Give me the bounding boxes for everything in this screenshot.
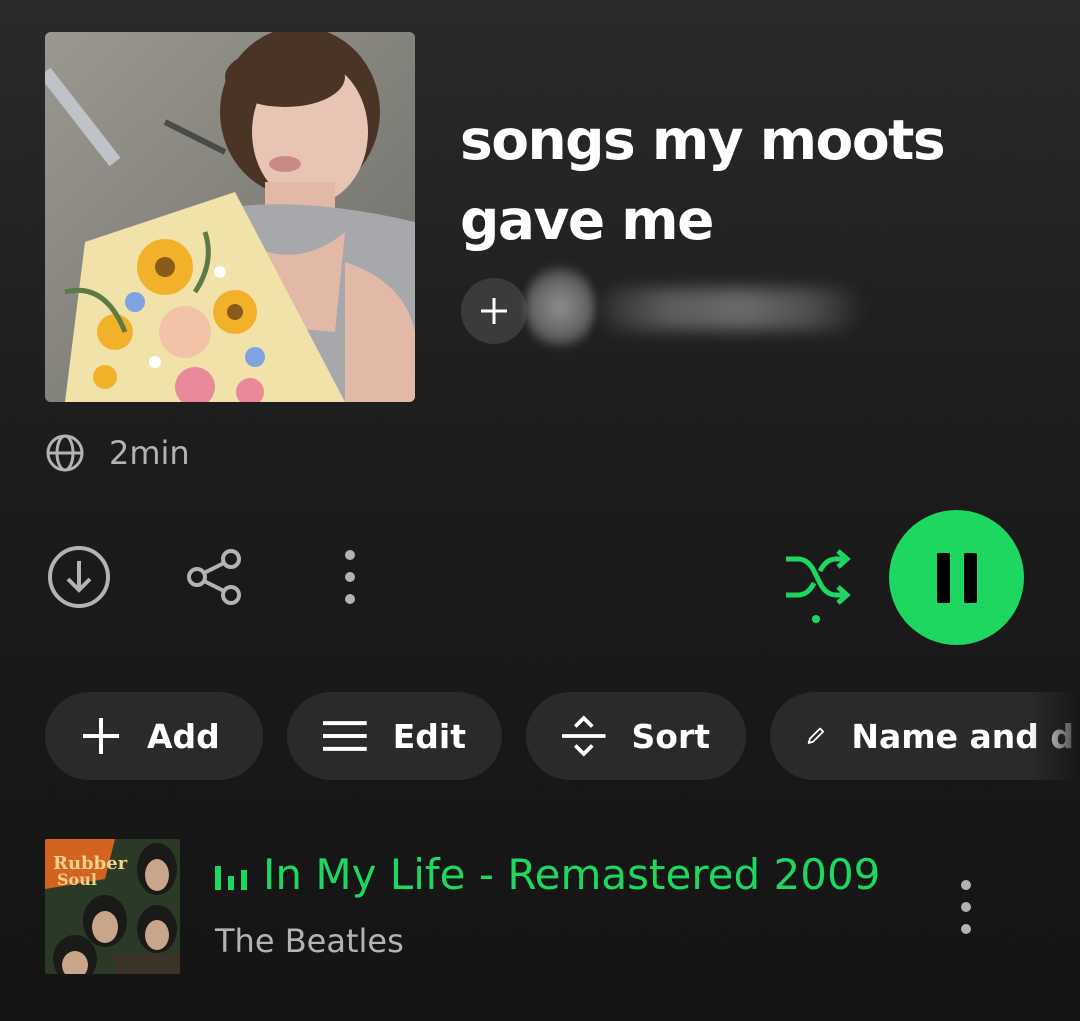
- shuffle-button[interactable]: [780, 545, 852, 625]
- add-chip[interactable]: Add: [45, 692, 263, 780]
- sort-icon: [562, 715, 606, 757]
- more-vertical-icon: [345, 550, 355, 604]
- more-options-button[interactable]: [330, 545, 370, 609]
- chip-label: Edit: [392, 716, 466, 756]
- track-album-art: Rubber Soul: [45, 839, 180, 974]
- svg-text:Soul: Soul: [57, 870, 97, 889]
- sort-chip[interactable]: Sort: [526, 692, 746, 780]
- track-title: In My Life - Remastered 2009: [263, 850, 881, 899]
- plus-icon: [83, 718, 119, 754]
- now-playing-equalizer-icon: [215, 865, 247, 890]
- owner-name-blurred[interactable]: [600, 288, 860, 330]
- playlist-duration: 2min: [109, 434, 190, 472]
- edit-chip[interactable]: Edit: [287, 692, 502, 780]
- chip-label: Sort: [631, 716, 711, 756]
- owner-avatar[interactable]: [525, 262, 595, 352]
- add-collaborator-button[interactable]: [461, 278, 527, 344]
- chip-row-fade: [1030, 692, 1080, 780]
- more-vertical-icon: [961, 880, 971, 934]
- playlist-title: songs my moots gave me: [460, 108, 946, 252]
- globe-icon: [46, 434, 84, 472]
- track-more-options-button[interactable]: [946, 872, 986, 942]
- pause-icon: [936, 552, 977, 603]
- pencil-icon: [807, 727, 825, 744]
- pause-button[interactable]: [889, 510, 1024, 645]
- plus-icon: [481, 298, 507, 324]
- shuffle-icon: [786, 549, 851, 623]
- playlist-cover-image: [45, 32, 415, 402]
- share-button[interactable]: [183, 545, 247, 609]
- track-artist: The Beatles: [215, 922, 404, 960]
- download-button[interactable]: [47, 545, 111, 609]
- chip-label: Add: [147, 716, 220, 756]
- track-title-row[interactable]: In My Life - Remastered 2009: [215, 850, 880, 899]
- playlist-meta: 2min: [45, 432, 190, 474]
- share-icon: [187, 549, 241, 605]
- list-icon: [323, 721, 367, 751]
- download-icon: [48, 546, 110, 608]
